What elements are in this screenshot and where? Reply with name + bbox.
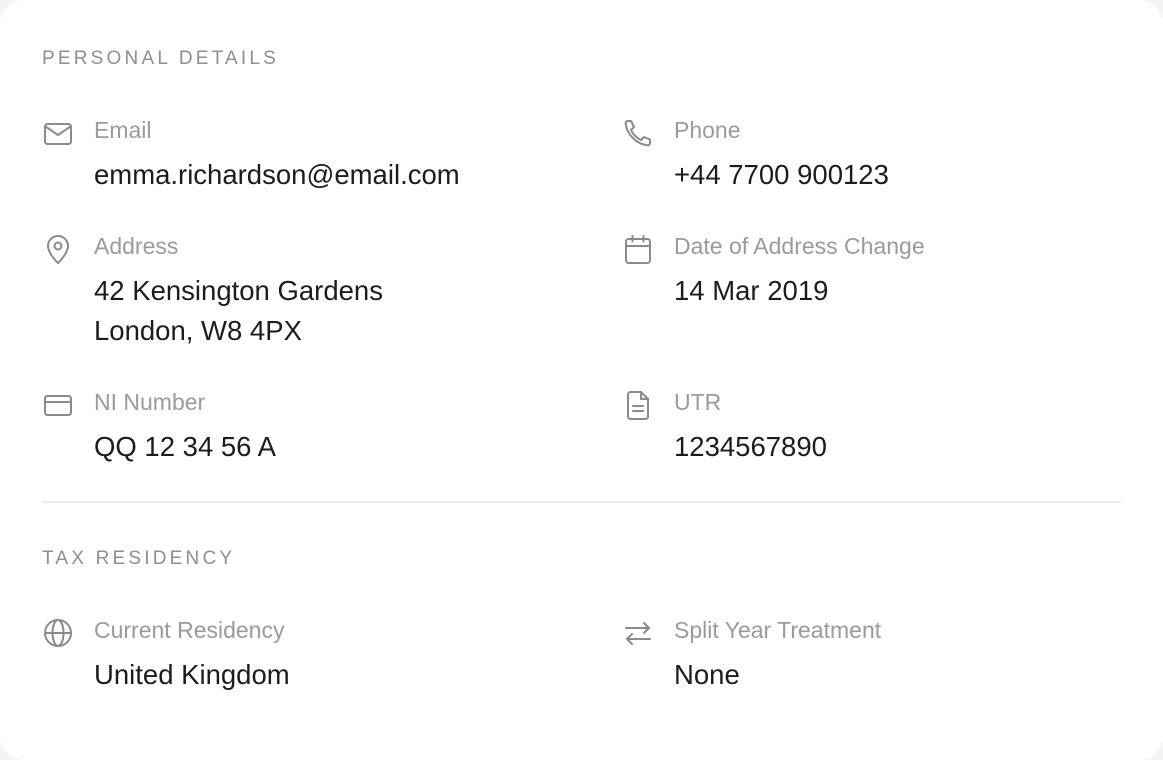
credit-card-icon — [42, 389, 74, 421]
utr-label: UTR — [674, 389, 722, 415]
phone-label: Phone — [674, 117, 741, 143]
swap-arrows-icon — [622, 617, 654, 649]
ni-number-label: NI Number — [94, 389, 206, 415]
details-card: PERSONAL DETAILS Email emma.richardson@e… — [0, 0, 1163, 760]
address-label: Address — [94, 233, 179, 259]
map-pin-icon — [42, 233, 74, 265]
split-year-label: Split Year Treatment — [674, 617, 882, 643]
email-label: Email — [94, 117, 152, 143]
globe-icon — [42, 617, 74, 649]
ni-number-value: QQ 12 34 56 A — [94, 431, 276, 462]
address-change-label: Date of Address Change — [674, 233, 925, 259]
address-line-2: London, W8 4PX — [94, 315, 302, 346]
personal-details-heading: PERSONAL DETAILS — [42, 48, 280, 69]
utr-value: 1234567890 — [674, 431, 827, 462]
email-value: emma.richardson@email.com — [94, 159, 460, 190]
calendar-icon — [622, 233, 654, 265]
address-line-1: 42 Kensington Gardens — [94, 275, 383, 306]
address-change-value: 14 Mar 2019 — [674, 275, 829, 306]
current-residency-value: United Kingdom — [94, 659, 290, 690]
section-divider — [42, 501, 1121, 503]
split-year-value: None — [674, 659, 740, 690]
current-residency-label: Current Residency — [94, 617, 285, 643]
document-icon — [622, 389, 654, 421]
phone-icon — [622, 117, 654, 149]
phone-value: +44 7700 900123 — [674, 159, 889, 190]
tax-residency-heading: TAX RESIDENCY — [42, 548, 236, 569]
mail-icon — [42, 117, 74, 149]
